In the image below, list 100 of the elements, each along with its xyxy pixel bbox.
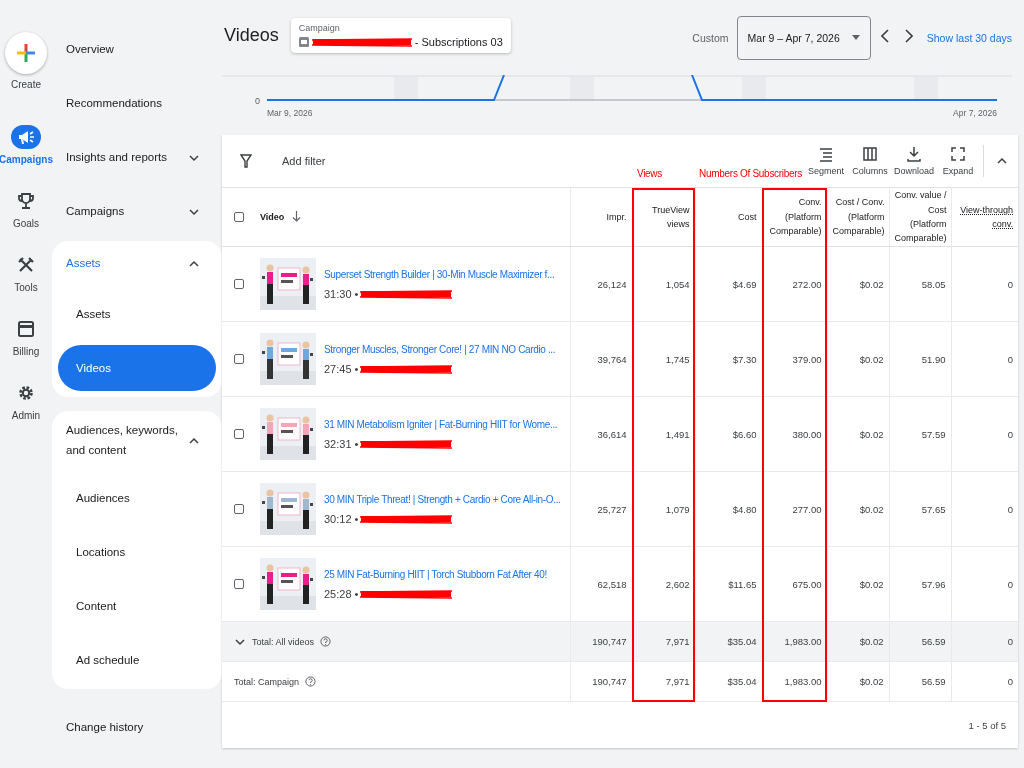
- chevron-left-icon: [880, 29, 889, 43]
- table-cell: 0: [951, 471, 1018, 547]
- nav-item[interactable]: Videos: [58, 345, 216, 391]
- nav-item[interactable]: Content: [58, 579, 216, 633]
- shaded-band: [742, 77, 766, 100]
- video-title-link[interactable]: 30 MIN Triple Threat! | Strength + Cardio + Core All-in-O...: [324, 493, 561, 505]
- column-header[interactable]: View-through conv.: [956, 202, 1013, 232]
- nav-item[interactable]: Audiences, keywords, and content: [52, 411, 222, 471]
- pagination-label: 1 - 5 of 5: [968, 719, 1006, 731]
- table-cell: 25,727: [570, 471, 632, 547]
- rail-item[interactable]: Tools: [1, 253, 51, 293]
- video-title-link[interactable]: 31 MIN Metabolism Igniter | Fat-Burning HIIT for Wome...: [324, 418, 558, 430]
- add-filter-button[interactable]: Add filter: [282, 155, 326, 167]
- table-cell: $0.02: [827, 321, 889, 397]
- table-cell: $0.02: [827, 621, 889, 662]
- table-cell: 57.59: [889, 396, 951, 472]
- table-cell: $6.60: [695, 396, 762, 472]
- date-range-dropdown[interactable]: Mar 9 – Apr 7, 2026: [736, 15, 871, 60]
- checkbox[interactable]: [234, 279, 244, 289]
- table-cell: 56.59: [889, 661, 951, 702]
- table-cell: 1,079: [632, 471, 695, 547]
- checkbox[interactable]: [234, 504, 244, 514]
- total-label: Total: Campaign: [234, 676, 300, 687]
- annotation-label: Views: [637, 168, 662, 179]
- video-title-link[interactable]: Superset Strength Builder | 30-Min Muscle Maximizer f...: [324, 268, 555, 280]
- table-cell: 0: [951, 246, 1018, 322]
- axis-label: Apr 7, 2026: [953, 108, 997, 118]
- table-cell: 51.90: [889, 321, 951, 397]
- video-duration: 31:30 •: [324, 287, 359, 300]
- column-header[interactable]: TrueView views: [637, 202, 690, 232]
- checkbox[interactable]: [234, 579, 244, 589]
- list-icon: [818, 146, 834, 162]
- campaign-icon: [298, 37, 309, 47]
- nav-item[interactable]: Campaigns: [52, 185, 222, 239]
- nav-item[interactable]: Change history: [52, 701, 222, 755]
- table-cell: 58.05: [889, 246, 951, 322]
- table-cell: 380.00: [762, 396, 827, 472]
- rail-item[interactable]: Admin: [1, 381, 51, 421]
- toolbar-button[interactable]: Segment: [804, 146, 848, 176]
- table-cell: $11.65: [695, 546, 762, 622]
- nav-item[interactable]: Audiences: [58, 471, 216, 525]
- video-title-link[interactable]: Stronger Muscles, Stronger Core! | 27 MIN NO Cardio ...: [324, 343, 556, 355]
- column-header[interactable]: Cost / Conv. (Platform Comparable): [832, 195, 885, 239]
- table-cell: 1,491: [632, 396, 695, 472]
- video-duration: 32:31 •: [324, 437, 359, 450]
- table-cell: $4.69: [695, 246, 762, 322]
- nav-item[interactable]: Overview: [52, 23, 222, 77]
- chevron-right-icon: [904, 29, 913, 43]
- table-cell: 0: [951, 321, 1018, 397]
- column-header[interactable]: Cost: [738, 209, 757, 225]
- help-icon: [320, 636, 332, 647]
- video-duration: 25:28 •: [324, 587, 359, 600]
- column-header[interactable]: Conv. value / Cost (Platform Comparable): [894, 188, 947, 246]
- table-cell: 57.65: [889, 471, 951, 547]
- filter-icon: [240, 154, 252, 168]
- nav-item[interactable]: Assets: [58, 287, 216, 341]
- campaign-selector[interactable]: Campaign - Subscriptions 03: [290, 18, 511, 53]
- checkbox[interactable]: [234, 429, 244, 439]
- expand-icon: [950, 146, 966, 162]
- video-duration: 30:12 •: [324, 512, 359, 525]
- toolbar-button[interactable]: Columns: [848, 146, 892, 176]
- filter-button[interactable]: [240, 154, 252, 168]
- column-header[interactable]: Impr.: [606, 209, 627, 225]
- shaded-band: [914, 77, 938, 100]
- chevron-down-icon: [188, 152, 200, 164]
- rail-item[interactable]: Goals: [1, 189, 51, 229]
- video-title-link[interactable]: 25 MIN Fat-Burning HIIT | Torch Stubborn Fat After 40!: [324, 568, 547, 580]
- table-cell: 190,747: [570, 621, 632, 662]
- shaded-band: [570, 77, 594, 100]
- column-header[interactable]: Video: [260, 209, 285, 225]
- trophy-icon: [16, 191, 36, 211]
- campaign-name: - Subscriptions 03: [414, 36, 503, 48]
- rail-item[interactable]: Campaigns: [1, 125, 51, 165]
- nav-item[interactable]: Assets: [52, 241, 222, 287]
- table-cell: $0.02: [827, 661, 889, 702]
- show-last-link[interactable]: Show last 30 days: [926, 31, 1012, 44]
- toolbar-button[interactable]: Expand: [936, 146, 980, 176]
- rail-item[interactable]: Billing: [1, 317, 51, 357]
- table-cell: 26,124: [570, 246, 632, 322]
- nav-item[interactable]: Locations: [58, 525, 216, 579]
- table-cell: 272.00: [762, 246, 827, 322]
- table-cell: 0: [951, 396, 1018, 472]
- total-label: Total: All videos: [252, 636, 315, 647]
- table-cell: 277.00: [762, 471, 827, 547]
- video-duration: 27:45 •: [324, 362, 359, 375]
- help-icon: [305, 676, 317, 687]
- table-cell: $35.04: [695, 661, 762, 702]
- table-cell: 56.59: [889, 621, 951, 662]
- nav-item[interactable]: Insights and reports: [52, 131, 222, 185]
- checkbox[interactable]: [234, 354, 244, 364]
- column-header[interactable]: Conv. (Platform Comparable): [767, 195, 822, 239]
- caret-icon: [851, 35, 860, 40]
- table-cell: $35.04: [695, 621, 762, 662]
- nav-item[interactable]: Recommendations: [52, 77, 222, 131]
- checkbox[interactable]: [234, 212, 244, 222]
- chevron-down-icon: [188, 206, 200, 218]
- table-cell: 0: [951, 621, 1018, 662]
- toolbar-button[interactable]: Download: [892, 146, 936, 176]
- annotation-label: Numbers Of Subscribers: [699, 168, 802, 179]
- nav-item[interactable]: Ad schedule: [58, 633, 216, 687]
